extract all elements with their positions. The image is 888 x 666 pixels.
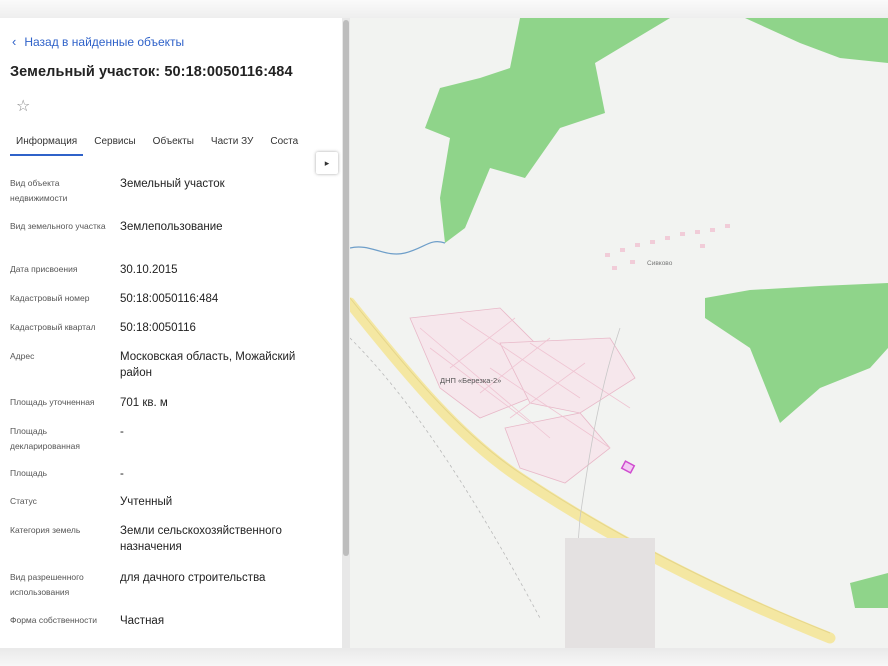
- attr-value: 30.10.2015: [120, 264, 178, 276]
- map-view[interactable]: ДНП «Березка-2» Сивково: [350, 18, 888, 648]
- attr-label: Вид объекта недвижимости: [10, 178, 68, 203]
- tab-composition[interactable]: Соста: [264, 136, 304, 154]
- attr-value: -: [120, 468, 124, 480]
- attr-value: Частная: [120, 615, 165, 627]
- attr-label: Вид разрешенного использования: [10, 572, 84, 597]
- attr-value: Земельный участок: [120, 178, 225, 190]
- panel-scrollbar[interactable]: [343, 20, 349, 556]
- attr-label: Кадастровый квартал: [10, 322, 96, 332]
- attr-label: Площадь уточненная: [10, 397, 95, 407]
- star-icon[interactable]: ☆: [16, 96, 30, 116]
- tab-objects[interactable]: Объекты: [147, 136, 200, 154]
- back-link[interactable]: ‹ Назад в найденные объекты: [12, 34, 184, 49]
- attr-value: Учтенный: [120, 496, 173, 508]
- attr-value: Московская область, Можайский район: [120, 351, 296, 379]
- attr-value: 701 кв. м: [120, 397, 168, 409]
- attr-value: Земли сельскохозяйственного назначения: [120, 525, 282, 553]
- attr-label: Категория земель: [10, 525, 81, 535]
- industrial-area: [565, 538, 655, 648]
- tab-parts[interactable]: Части ЗУ: [205, 136, 259, 154]
- info-panel: ‹ Назад в найденные объекты Земельный уч…: [0, 18, 342, 648]
- attr-label: Форма собственности: [10, 615, 97, 625]
- tab-services[interactable]: Сервисы: [88, 136, 141, 154]
- attr-value: -: [120, 426, 124, 438]
- attr-label: Вид земельного участка: [10, 221, 106, 231]
- attr-label: Площадь декларированная: [10, 426, 80, 451]
- attr-value: для дачного строительства: [120, 572, 266, 584]
- tab-bar: Информация Сервисы Объекты Части ЗУ Сост…: [10, 136, 342, 160]
- top-edge: [0, 0, 888, 18]
- attr-label: Статус: [10, 496, 37, 506]
- attr-value: 50:18:0050116:484: [120, 293, 219, 305]
- village-label: Сивково: [647, 260, 673, 267]
- bottom-edge: [0, 648, 888, 666]
- attr-value: Землепользование: [120, 221, 223, 233]
- settlement-label: ДНП «Березка-2»: [440, 376, 501, 385]
- chevron-left-icon: ‹: [12, 34, 17, 49]
- chevron-right-icon: ▸: [324, 157, 330, 168]
- tabs-next-button[interactable]: ▸: [316, 152, 338, 174]
- page-title: Земельный участок: 50:18:0050116:484: [10, 64, 293, 80]
- attr-label: Кадастровый номер: [10, 293, 90, 303]
- attr-label: Дата присвоения: [10, 264, 78, 274]
- attr-label: Площадь: [10, 468, 48, 478]
- back-link-label: Назад в найденные объекты: [24, 34, 185, 49]
- tab-info[interactable]: Информация: [10, 136, 84, 156]
- attr-value: 50:18:0050116: [120, 322, 196, 334]
- attr-label: Адрес: [10, 351, 35, 361]
